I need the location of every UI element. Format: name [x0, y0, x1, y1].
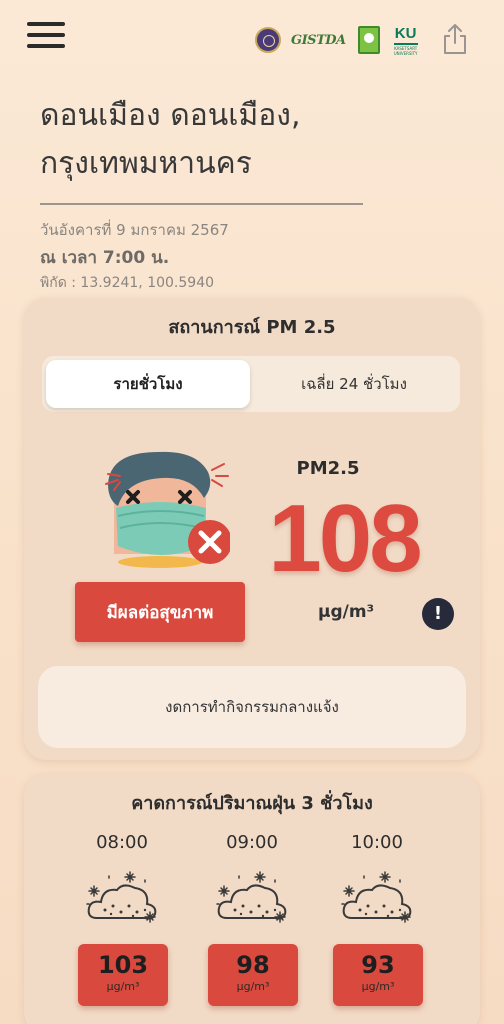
forecast-value: 103	[97, 951, 149, 979]
pm-unit: µg/m³	[317, 602, 375, 622]
forecast-unit: µg/m³	[361, 980, 395, 993]
share-icon[interactable]	[440, 22, 470, 56]
sick-masked-face-icon	[100, 446, 232, 576]
dust-cloud-icon	[216, 871, 287, 923]
partner-logos: GISTDA KU KASETSART UNIVERSITY	[255, 24, 420, 56]
top-bar: GISTDA KU KASETSART UNIVERSITY	[0, 0, 504, 78]
forecast-time: 10:00	[351, 832, 403, 853]
coordinates-text: พิกัด : 13.9241, 100.5940	[40, 275, 215, 291]
forecast-value: 98	[236, 951, 270, 979]
forecast-unit: µg/m³	[236, 980, 270, 993]
ku-logo: KU KASETSART UNIVERSITY	[393, 25, 418, 56]
forecast-value-badge: 98 µg/m³	[208, 944, 298, 1006]
forecast-value: 93	[361, 951, 395, 979]
tab-hourly[interactable]: รายชั่วโมง	[46, 360, 250, 408]
pm-label: PM2.5	[296, 458, 360, 479]
location-province: กรุงเทพมหานคร	[40, 146, 252, 181]
advice-text: งดการทำกิจกรรมกลางแจ้ง	[165, 698, 339, 716]
forecast-unit: µg/m³	[106, 980, 140, 993]
university-seal-logo	[255, 27, 281, 53]
hamburger-menu-icon[interactable]	[27, 22, 65, 48]
forecast-item: 10:00 93 µg/m³	[329, 832, 425, 1006]
tab-24h-average[interactable]: เฉลี่ย 24 ชั่วโมง	[252, 360, 456, 408]
nrct-logo	[357, 26, 380, 54]
exclamation-info-icon[interactable]: !	[422, 598, 454, 630]
forecast-value-badge: 93 µg/m³	[333, 944, 423, 1006]
forecast-item: 09:00 98 µg/m³	[204, 832, 300, 1006]
forecast-value-badge: 103 µg/m³	[78, 944, 168, 1006]
pm-tabs: รายชั่วโมง เฉลี่ย 24 ชั่วโมง	[42, 356, 460, 412]
forecast-time: 09:00	[226, 832, 278, 853]
location-district: ดอนเมือง ดอนเมือง,	[40, 98, 301, 133]
pm-value: 108	[268, 485, 422, 592]
forecast-time: 08:00	[96, 832, 148, 853]
forecast-title: คาดการณ์ปริมาณฝุ่น 3 ชั่วโมง	[131, 793, 373, 814]
dust-cloud-icon	[341, 871, 412, 923]
location-header: ดอนเมือง ดอนเมือง, กรุงเทพมหานคร	[40, 92, 380, 188]
time-text: ณ เวลา 7:00 น.	[40, 248, 170, 268]
health-status-badge: มีผลต่อสุขภาพ	[75, 582, 245, 642]
pm25-status-card: สถานการณ์ PM 2.5 รายชั่วโมง เฉลี่ย 24 ชั…	[24, 298, 480, 760]
forecast-item: 08:00 103 µg/m³	[74, 832, 170, 1006]
advice-box: งดการทำกิจกรรมกลางแจ้ง	[38, 666, 466, 748]
gistda-logo: GISTDA	[291, 32, 346, 48]
dust-cloud-icon	[86, 871, 157, 923]
divider	[40, 203, 363, 205]
forecast-card: คาดการณ์ปริมาณฝุ่น 3 ชั่วโมง 08:00 103 µ…	[24, 774, 480, 1024]
date-text: วันอังคารที่ 9 มกราคม 2567	[40, 221, 229, 239]
pm-card-title: สถานการณ์ PM 2.5	[168, 317, 336, 338]
